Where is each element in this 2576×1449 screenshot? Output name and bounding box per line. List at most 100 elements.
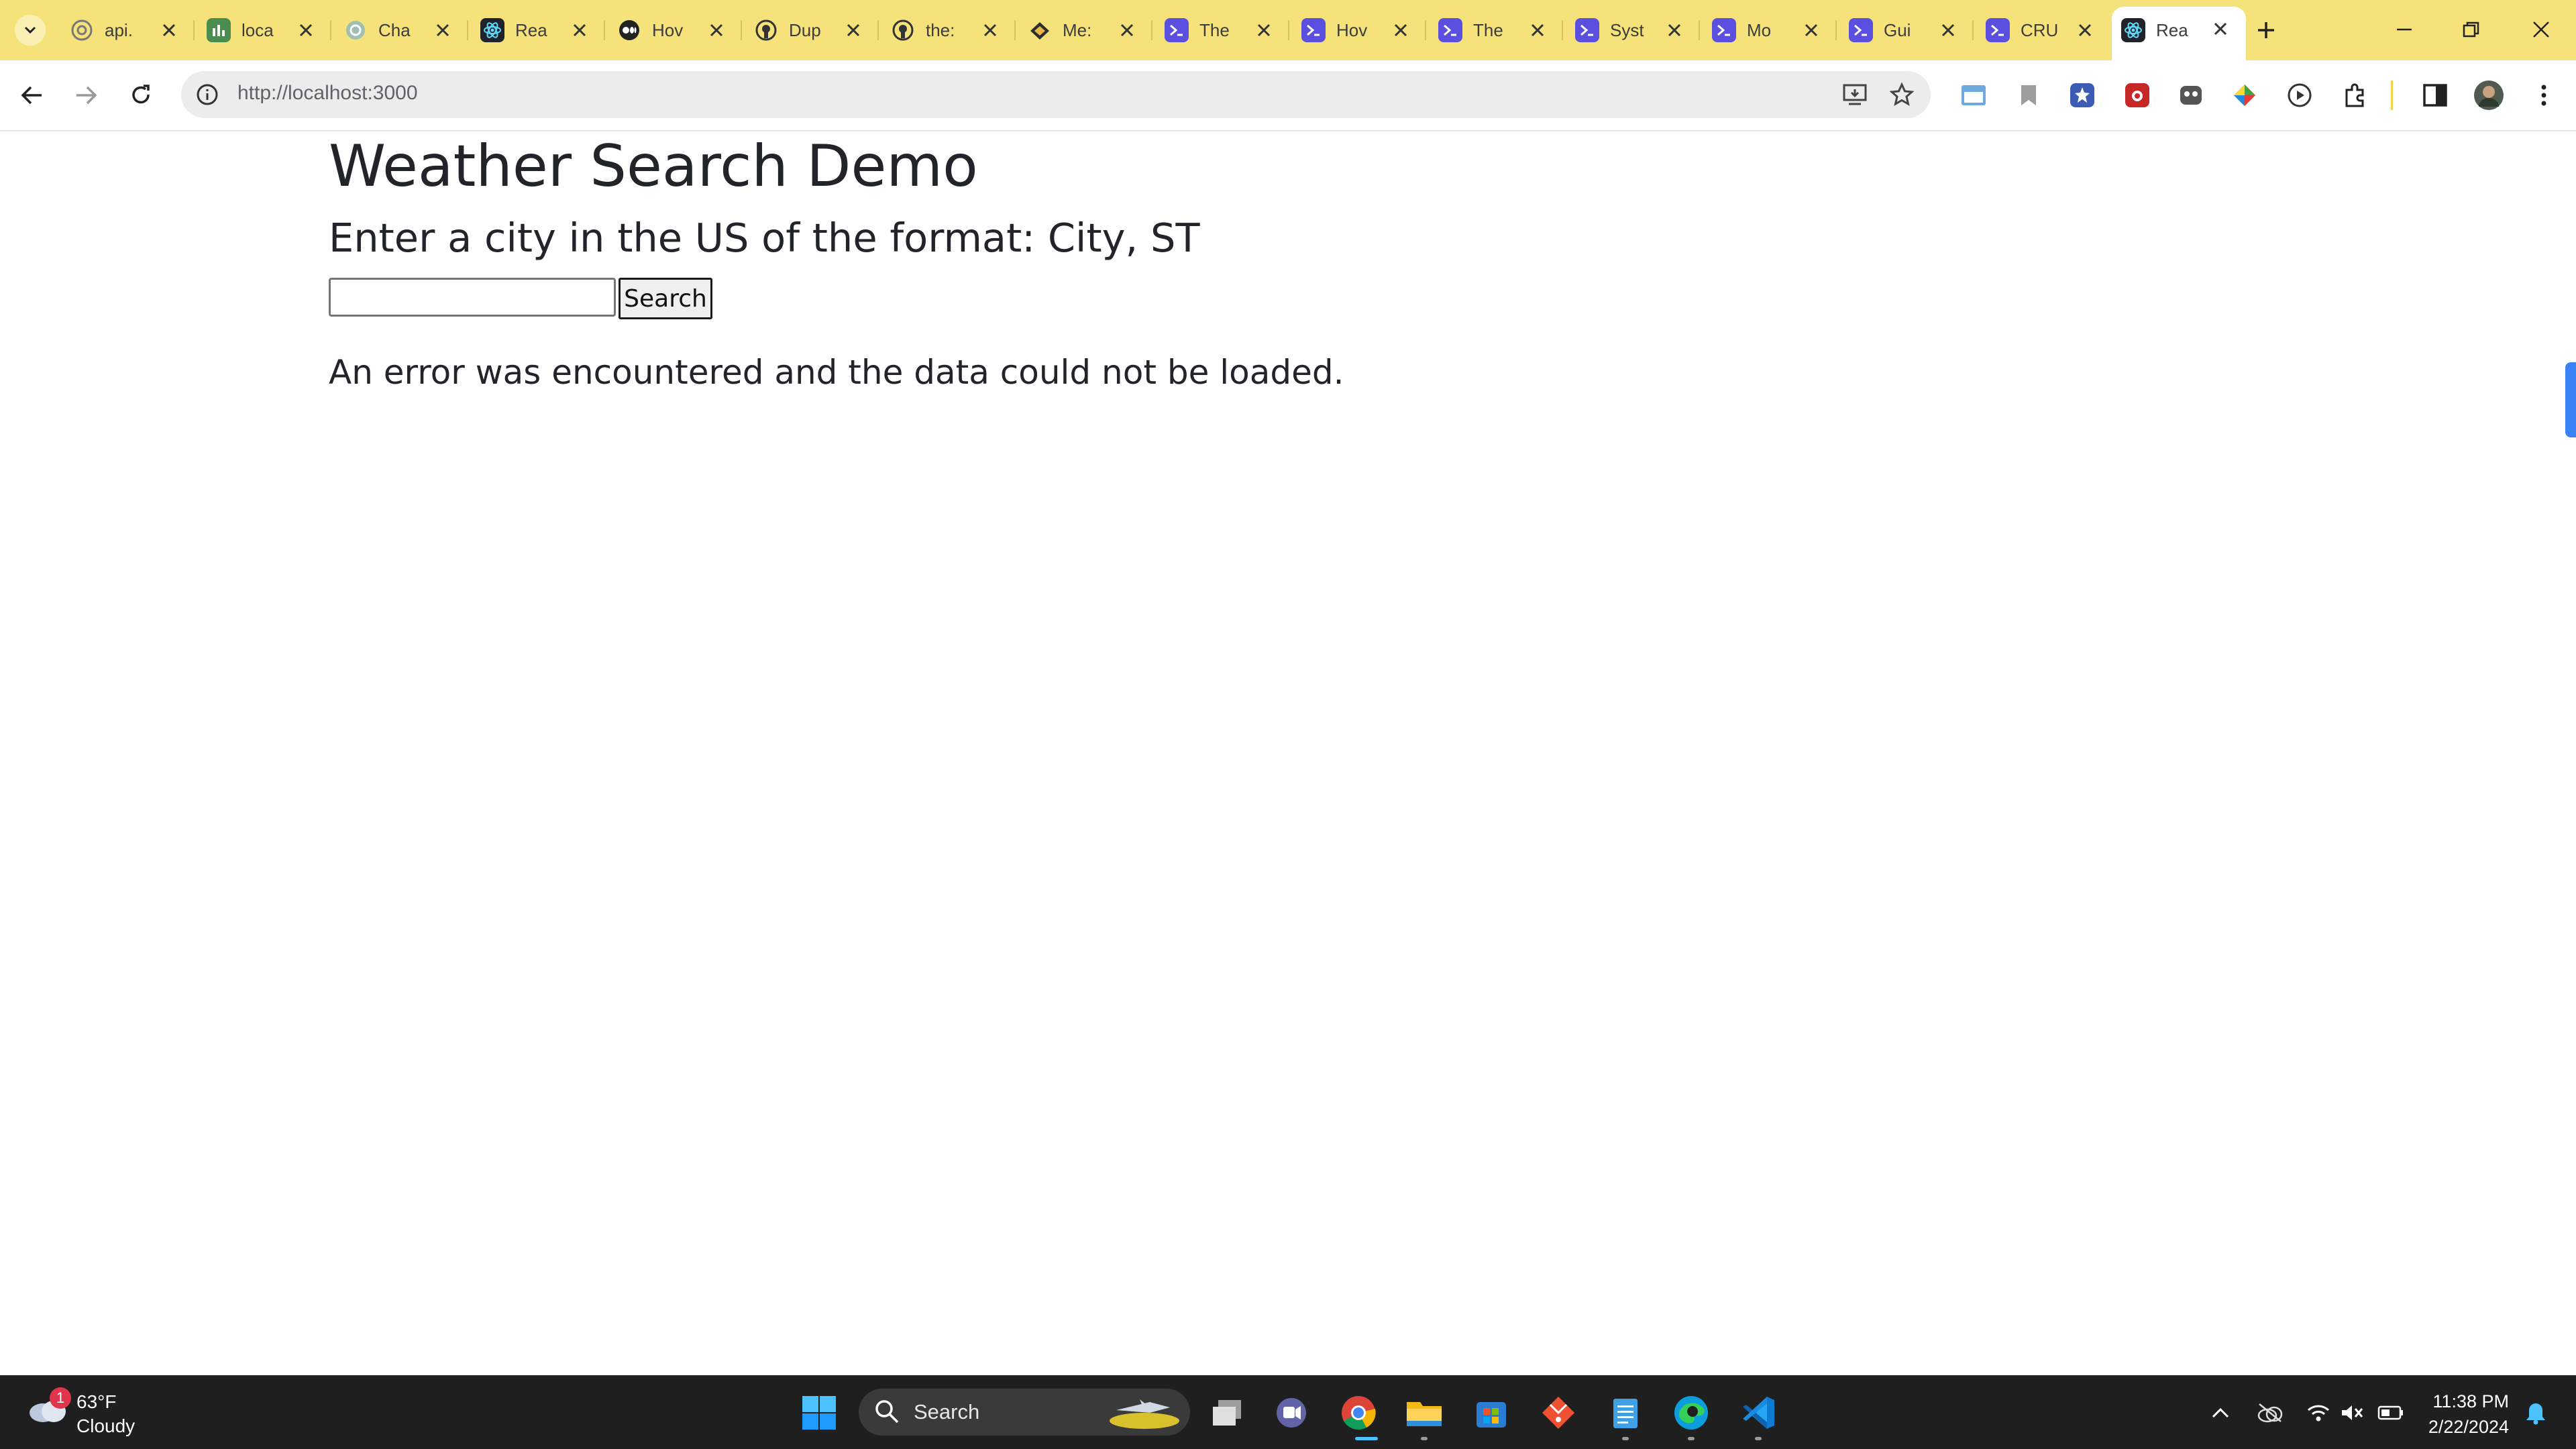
extensions-puzzle-icon[interactable]: [2339, 79, 2371, 111]
extension-camera-icon[interactable]: [2121, 79, 2153, 111]
file-explorer-icon[interactable]: [1402, 1391, 1446, 1435]
close-icon[interactable]: [1801, 19, 1822, 41]
tab-15[interactable]: CRU: [1976, 9, 2110, 51]
minimize-button[interactable]: [2384, 12, 2424, 47]
tab-14[interactable]: Gui: [1839, 9, 1974, 51]
notification-badge: 1: [50, 1387, 71, 1409]
tab-title: Rea: [515, 19, 547, 40]
extension-color-picker-icon[interactable]: [2229, 79, 2261, 111]
windows-taskbar: 1 63°F Cloudy Search 11:38 PM 2/22/2024: [0, 1375, 2576, 1449]
search-button[interactable]: Search: [619, 278, 712, 319]
microsoft-store-icon[interactable]: [1469, 1391, 1513, 1435]
close-icon[interactable]: [158, 19, 180, 41]
restore-button[interactable]: [2451, 12, 2491, 47]
reload-button[interactable]: [121, 75, 161, 115]
back-button[interactable]: [12, 75, 52, 115]
tab-12[interactable]: Syst: [1566, 9, 1700, 51]
powershell-icon: [1438, 18, 1462, 42]
tab-2[interactable]: loca: [197, 9, 331, 51]
wifi-icon[interactable]: [2305, 1399, 2332, 1426]
close-icon[interactable]: [569, 19, 590, 41]
arrow-right-icon: [76, 86, 97, 105]
show-hidden-icons-chevron-icon[interactable]: [2207, 1399, 2234, 1426]
teams-chat-icon[interactable]: [1269, 1391, 1313, 1435]
chevron-down-icon: [24, 26, 36, 34]
tab-6[interactable]: Dup: [745, 9, 879, 51]
tab-4[interactable]: Rea: [471, 9, 605, 51]
address-bar[interactable]: http://localhost:3000: [181, 71, 1931, 118]
extension-wappalyzer-icon[interactable]: [2175, 79, 2207, 111]
profile-avatar[interactable]: [2473, 79, 2505, 111]
tab-8[interactable]: Me:: [1018, 9, 1152, 51]
tab-5[interactable]: Hov: [608, 9, 742, 51]
tab-separator: [741, 20, 742, 40]
new-tab-button[interactable]: [2251, 15, 2282, 46]
task-view-icon[interactable]: [1205, 1391, 1249, 1435]
extension-media-icon[interactable]: [2284, 79, 2316, 111]
react-icon: [480, 18, 504, 42]
git-icon[interactable]: [1536, 1391, 1580, 1435]
vscode-icon[interactable]: [1736, 1391, 1780, 1435]
windows-start-icon[interactable]: [797, 1391, 841, 1435]
tab-3[interactable]: Cha: [334, 9, 468, 51]
side-panel-icon[interactable]: [2419, 79, 2451, 111]
extension-tab-manager-icon[interactable]: [1957, 79, 1990, 111]
react-icon: [2121, 18, 2145, 42]
tab-title: Rea: [2156, 19, 2188, 40]
extension-star-icon[interactable]: [2066, 79, 2098, 111]
onedrive-off-icon[interactable]: [2257, 1399, 2284, 1426]
kebab-menu-icon[interactable]: [2528, 79, 2560, 111]
error-message: An error was encountered and the data co…: [329, 353, 1344, 392]
close-icon[interactable]: [432, 19, 453, 41]
close-icon[interactable]: [1937, 19, 1959, 41]
tab-9[interactable]: The: [1155, 9, 1289, 51]
tab-title: The: [1473, 19, 1503, 40]
close-icon[interactable]: [843, 19, 864, 41]
tab-title: loca: [241, 19, 274, 40]
powershell-icon: [1986, 18, 2010, 42]
tab-7[interactable]: the:: [881, 9, 1016, 51]
close-icon[interactable]: [979, 19, 1001, 41]
tab-11[interactable]: The: [1429, 9, 1563, 51]
extension-bookmark-icon[interactable]: [2012, 79, 2045, 111]
tab-10[interactable]: Hov: [1292, 9, 1426, 51]
tab-16-active[interactable]: Rea: [2112, 7, 2246, 60]
close-icon[interactable]: [1664, 19, 1685, 41]
taskbar-search[interactable]: Search: [859, 1389, 1190, 1436]
forward-button[interactable]: [66, 75, 106, 115]
notification-bell-icon[interactable]: [2522, 1399, 2549, 1426]
tab-13[interactable]: Mo: [1703, 9, 1837, 51]
tab-separator: [1288, 20, 1289, 40]
scroll-indicator[interactable]: [2565, 362, 2576, 437]
url-text[interactable]: http://localhost:3000: [237, 82, 418, 105]
tab-search-button[interactable]: [15, 15, 46, 46]
site-info-icon[interactable]: [193, 80, 221, 109]
tab-1[interactable]: api.: [60, 9, 195, 51]
close-icon[interactable]: [1390, 19, 1411, 41]
tab-strip: api. loca Cha Rea Hov Dup the: Me: The H…: [0, 0, 2576, 60]
weather-widget[interactable]: 1 63°F Cloudy: [27, 1387, 174, 1438]
page-subtitle: Enter a city in the US of the format: Ci…: [329, 215, 1200, 261]
battery-icon[interactable]: [2377, 1399, 2404, 1426]
bookmark-star-icon[interactable]: [1888, 80, 1916, 109]
close-icon[interactable]: [706, 19, 727, 41]
close-icon[interactable]: [1253, 19, 1275, 41]
close-icon[interactable]: [295, 19, 317, 41]
close-icon[interactable]: [1116, 19, 1138, 41]
close-icon[interactable]: [1527, 19, 1548, 41]
close-window-button[interactable]: [2521, 12, 2561, 47]
tab-separator: [330, 20, 331, 40]
city-search-input[interactable]: [329, 278, 616, 317]
powershell-icon: [1712, 18, 1736, 42]
close-icon[interactable]: [2210, 18, 2231, 40]
notepad-icon[interactable]: [1603, 1391, 1648, 1435]
volume-muted-icon[interactable]: [2339, 1399, 2365, 1426]
close-icon[interactable]: [2074, 19, 2096, 41]
tab-separator: [877, 20, 879, 40]
system-clock[interactable]: 11:38 PM 2/22/2024: [2408, 1389, 2509, 1440]
install-app-icon[interactable]: [1841, 80, 1869, 109]
edge-icon[interactable]: [1669, 1391, 1713, 1435]
chrome-icon[interactable]: [1336, 1391, 1381, 1435]
github-icon: [754, 18, 778, 42]
powershell-icon: [1301, 18, 1326, 42]
